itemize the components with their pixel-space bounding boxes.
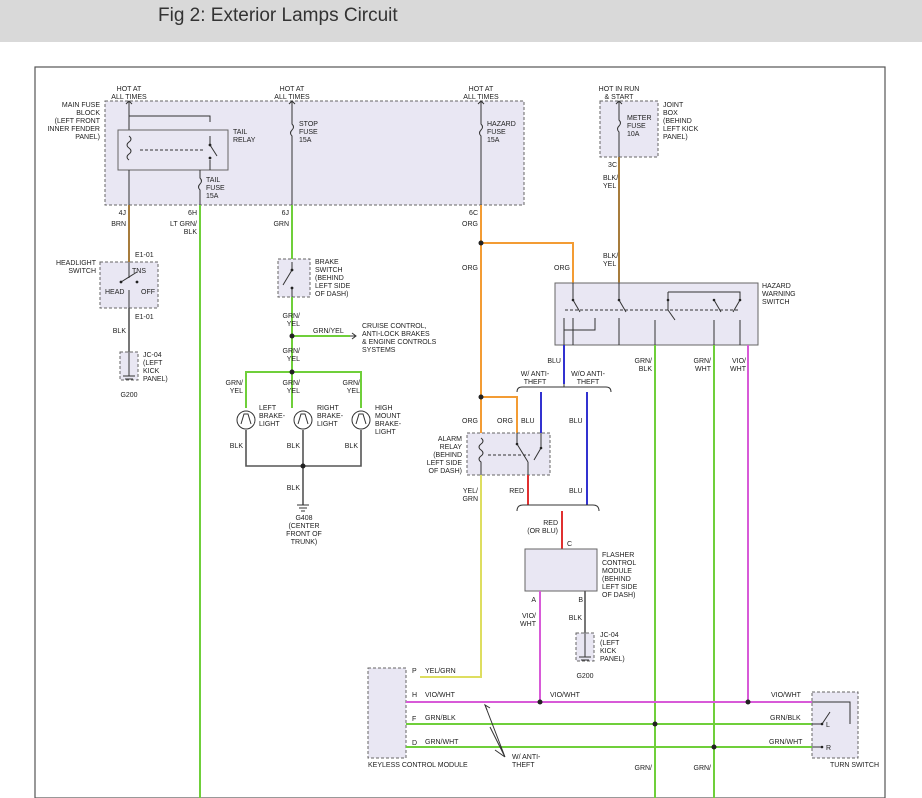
wiring-diagram: MAIN FUSE BLOCK (LEFT FRONT INNER FENDER PAN… bbox=[34, 66, 886, 798]
svg-text:ORG: ORG bbox=[497, 418, 513, 425]
svg-text:BLU: BLU bbox=[547, 358, 561, 365]
svg-text:BRN: BRN bbox=[111, 221, 126, 228]
svg-text:VIO/WHT: VIO/WHT bbox=[550, 692, 581, 699]
brake-switch-box bbox=[277, 258, 311, 298]
svg-text:BLK/YEL: BLK/YEL bbox=[603, 253, 618, 268]
svg-text:VIO/WHT: VIO/WHT bbox=[730, 358, 747, 373]
svg-text:P: P bbox=[412, 668, 417, 675]
svg-text:YEL/GRN: YEL/GRN bbox=[462, 488, 478, 503]
svg-text:H: H bbox=[412, 692, 417, 699]
keyless-box bbox=[367, 667, 407, 759]
svg-text:BLU: BLU bbox=[521, 418, 535, 425]
svg-text:B: B bbox=[578, 597, 583, 604]
svg-text:GRN/WHT: GRN/WHT bbox=[425, 739, 459, 746]
svg-text:C: C bbox=[567, 541, 572, 548]
svg-text:4J: 4J bbox=[119, 210, 126, 217]
svg-text:6J: 6J bbox=[282, 210, 289, 217]
svg-text:GRN/: GRN/ bbox=[635, 765, 653, 772]
svg-text:KEYLESS CONTROL MODULE: KEYLESS CONTROL MODULE bbox=[368, 762, 468, 769]
svg-text:6C: 6C bbox=[469, 210, 478, 217]
svg-text:GRN/WHT: GRN/WHT bbox=[694, 358, 712, 373]
svg-text:BLK: BLK bbox=[287, 443, 301, 450]
svg-text:HOT IN RUN& START: HOT IN RUN & START bbox=[599, 86, 640, 101]
svg-text:F: F bbox=[412, 716, 416, 723]
svg-text:E1-01: E1-01 bbox=[135, 252, 154, 259]
svg-text:BLU: BLU bbox=[569, 418, 583, 425]
svg-text:BLK: BLK bbox=[113, 328, 127, 335]
svg-text:W/ ANTI-THEFT: W/ ANTI-THEFT bbox=[521, 371, 550, 386]
svg-text:BLK: BLK bbox=[230, 443, 244, 450]
svg-text:ORG: ORG bbox=[462, 265, 478, 272]
svg-text:BLU: BLU bbox=[569, 488, 583, 495]
main-fuse-block: MAIN FUSE BLOCK (LEFT FRONT INNER FENDER PAN… bbox=[47, 86, 525, 206]
flasher-box bbox=[524, 548, 598, 592]
svg-text:ORG: ORG bbox=[462, 418, 478, 425]
svg-text:BLK: BLK bbox=[569, 615, 583, 622]
svg-text:OFF: OFF bbox=[141, 289, 155, 296]
svg-text:GRN/BLK: GRN/BLK bbox=[425, 715, 456, 722]
svg-text:E1-01: E1-01 bbox=[135, 314, 154, 321]
svg-text:TURN SWITCH: TURN SWITCH bbox=[830, 762, 879, 769]
svg-text:RED: RED bbox=[509, 488, 524, 495]
svg-text:GRN/BLK: GRN/BLK bbox=[770, 715, 801, 722]
svg-text:YEL/GRN: YEL/GRN bbox=[425, 668, 456, 675]
svg-text:6H: 6H bbox=[188, 210, 197, 217]
svg-text:ORG: ORG bbox=[554, 265, 570, 272]
svg-text:G200: G200 bbox=[576, 673, 593, 680]
svg-text:GRN/YEL: GRN/YEL bbox=[313, 328, 344, 335]
svg-text:VIO/WHT: VIO/WHT bbox=[425, 692, 456, 699]
svg-text:BLK: BLK bbox=[345, 443, 359, 450]
svg-text:GRN: GRN bbox=[273, 221, 289, 228]
svg-text:ORG: ORG bbox=[462, 221, 478, 228]
svg-text:D: D bbox=[412, 740, 417, 747]
svg-text:GRN/: GRN/ bbox=[694, 765, 712, 772]
flasher-control-module: FLASHER CONTROL MODULE (BEHIND LEFT SIDE OF D… bbox=[524, 548, 638, 599]
svg-text:GRN/WHT: GRN/WHT bbox=[769, 739, 803, 746]
svg-text:VIO/WHT: VIO/WHT bbox=[520, 613, 537, 628]
svg-text:G200: G200 bbox=[120, 392, 137, 399]
svg-text:A: A bbox=[531, 597, 536, 604]
svg-text:BLK: BLK bbox=[287, 485, 301, 492]
svg-text:BLK/YEL: BLK/YEL bbox=[603, 175, 618, 190]
svg-text:L: L bbox=[826, 722, 830, 729]
alarm-relay: ALARM RELAY (BEHIND LEFT SIDE OF DASH) bbox=[427, 432, 551, 476]
svg-text:3C: 3C bbox=[608, 162, 617, 169]
svg-text:R: R bbox=[826, 745, 831, 752]
svg-text:VIO/WHT: VIO/WHT bbox=[771, 692, 802, 699]
svg-text:HEAD: HEAD bbox=[105, 289, 124, 296]
